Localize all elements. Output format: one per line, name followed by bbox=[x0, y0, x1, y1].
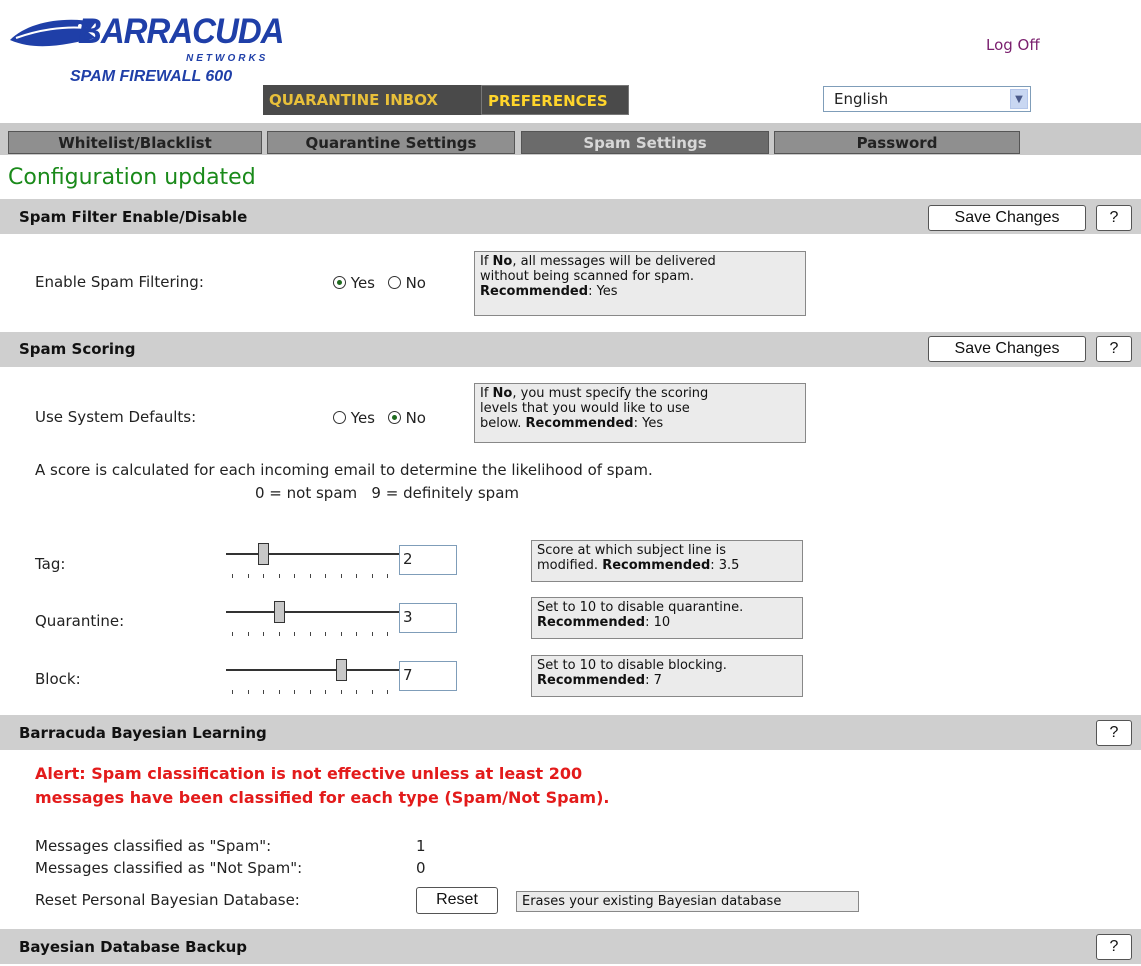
block-label: Block: bbox=[35, 670, 81, 688]
radio-group-defaults: Yes No bbox=[333, 409, 426, 427]
slider-tick bbox=[247, 632, 249, 636]
help-button[interactable]: ? bbox=[1096, 205, 1132, 231]
section-title-filter: Spam Filter Enable/Disable bbox=[19, 208, 248, 226]
quarantine-score-input[interactable]: 3 bbox=[399, 603, 457, 633]
chevron-down-icon[interactable]: ▼ bbox=[1010, 89, 1028, 109]
log-off-link[interactable]: Log Off bbox=[986, 36, 1040, 54]
subtab-spam-settings[interactable]: Spam Settings bbox=[521, 131, 769, 154]
system-defaults-label: Use System Defaults: bbox=[35, 408, 197, 426]
block-help-note: Set to 10 to disable blocking. Recommend… bbox=[531, 655, 803, 697]
slider-tick bbox=[371, 574, 373, 578]
slider-tick bbox=[340, 690, 342, 694]
slider-tick bbox=[278, 632, 280, 636]
slider-tick bbox=[263, 690, 264, 694]
subtab-whitelist-blacklist[interactable]: Whitelist/Blacklist bbox=[8, 131, 262, 154]
tab-preferences[interactable]: PREFERENCES bbox=[481, 85, 629, 115]
section-title-backup: Bayesian Database Backup bbox=[19, 938, 248, 956]
quarantine-help-note: Set to 10 to disable quarantine. Recomme… bbox=[531, 597, 803, 639]
slider-tick bbox=[325, 632, 326, 636]
language-value: English bbox=[834, 90, 889, 108]
slider-tick bbox=[309, 574, 311, 578]
status-message: Configuration updated bbox=[8, 165, 256, 190]
slider-thumb[interactable] bbox=[335, 659, 347, 681]
help-button[interactable]: ? bbox=[1096, 934, 1132, 960]
save-changes-button[interactable]: Save Changes bbox=[928, 336, 1086, 362]
slider-thumb[interactable] bbox=[258, 543, 269, 565]
slider-tick bbox=[247, 690, 249, 694]
tab-quarantine-inbox[interactable]: QUARANTINE INBOX bbox=[263, 85, 481, 115]
alert-line-2: messages have been classified for each t… bbox=[35, 788, 610, 807]
slider-tick bbox=[278, 690, 280, 694]
radio-no-label: No bbox=[405, 274, 426, 292]
slider-tick bbox=[309, 632, 311, 636]
logo-wordmark: BARRACUDA bbox=[78, 10, 284, 51]
tag-score-input[interactable]: 2 bbox=[399, 545, 457, 575]
slider-tick bbox=[309, 690, 311, 694]
block-score-input[interactable]: 7 bbox=[399, 661, 457, 691]
tag-label: Tag: bbox=[35, 555, 66, 573]
section-title-scoring: Spam Scoring bbox=[19, 340, 136, 358]
slider-tick bbox=[232, 574, 233, 578]
alert-line-1: Alert: Spam classification is not effect… bbox=[35, 764, 583, 783]
slider-tick bbox=[294, 690, 295, 694]
scoring-scale: 0 = not spam 9 = definitely spam bbox=[255, 484, 520, 502]
scoring-description: A score is calculated for each incoming … bbox=[35, 461, 653, 479]
slider-tick bbox=[371, 632, 373, 636]
slider-tick bbox=[263, 632, 264, 636]
quarantine-label: Quarantine: bbox=[35, 612, 125, 630]
logo-product-name: SPAM FIREWALL 600 bbox=[70, 68, 233, 85]
slider-track[interactable] bbox=[226, 669, 399, 671]
slider-tick bbox=[247, 574, 249, 578]
slider-tick bbox=[371, 690, 373, 694]
barracuda-logo: BARRACUDA NETWORKS SPAM FIREWALL 600 bbox=[8, 8, 284, 90]
slider-tick bbox=[325, 574, 326, 578]
slider-tick bbox=[263, 574, 264, 578]
notspam-count-value: 0 bbox=[416, 859, 426, 877]
slider-tick bbox=[387, 574, 388, 578]
slider-tick bbox=[294, 574, 295, 578]
help-button[interactable]: ? bbox=[1096, 720, 1132, 746]
help-button[interactable]: ? bbox=[1096, 336, 1132, 362]
notspam-count-label: Messages classified as "Not Spam": bbox=[35, 859, 303, 877]
subtab-password[interactable]: Password bbox=[774, 131, 1020, 154]
logo-networks: NETWORKS bbox=[186, 53, 269, 64]
slider-tick bbox=[340, 574, 342, 578]
slider-tick bbox=[340, 632, 342, 636]
radio-yes[interactable] bbox=[333, 411, 346, 424]
radio-yes-label: Yes bbox=[350, 409, 375, 427]
radio-yes-label: Yes bbox=[350, 274, 375, 292]
reset-database-label: Reset Personal Bayesian Database: bbox=[35, 891, 300, 909]
slider-tick bbox=[325, 690, 326, 694]
enable-filtering-label: Enable Spam Filtering: bbox=[35, 273, 204, 291]
save-changes-button[interactable]: Save Changes bbox=[928, 205, 1086, 231]
section-title-bayesian: Barracuda Bayesian Learning bbox=[19, 724, 267, 742]
slider-tick bbox=[387, 690, 388, 694]
radio-no[interactable] bbox=[387, 411, 401, 424]
language-select[interactable]: English ▼ bbox=[823, 86, 1031, 112]
defaults-help-note: If No, you must specify the scoring leve… bbox=[474, 383, 806, 443]
reset-button[interactable]: Reset bbox=[416, 887, 498, 914]
filter-help-note: If No, all messages will be delivered wi… bbox=[474, 251, 806, 316]
radio-no-label: No bbox=[405, 409, 426, 427]
spam-count-label: Messages classified as "Spam": bbox=[35, 837, 272, 855]
slider-track[interactable] bbox=[226, 553, 399, 555]
slider-tick bbox=[232, 690, 233, 694]
radio-yes[interactable] bbox=[333, 276, 346, 289]
radio-group-filtering: Yes No bbox=[333, 274, 426, 292]
slider-tick bbox=[356, 632, 357, 636]
slider-tick bbox=[294, 632, 295, 636]
subtab-quarantine-settings[interactable]: Quarantine Settings bbox=[267, 131, 515, 154]
radio-no[interactable] bbox=[387, 276, 401, 289]
spam-count-value: 1 bbox=[416, 837, 426, 855]
slider-track[interactable] bbox=[226, 611, 399, 613]
tag-help-note: Score at which subject line is modified.… bbox=[531, 540, 803, 582]
slider-tick bbox=[278, 574, 280, 578]
slider-tick bbox=[232, 632, 233, 636]
slider-tick bbox=[387, 632, 388, 636]
reset-help-note: Erases your existing Bayesian database bbox=[516, 891, 859, 912]
bayesian-alert: Alert: Spam classification is not effect… bbox=[35, 762, 609, 810]
slider-thumb[interactable] bbox=[273, 601, 285, 623]
slider-tick bbox=[356, 690, 357, 694]
slider-tick bbox=[356, 574, 357, 578]
